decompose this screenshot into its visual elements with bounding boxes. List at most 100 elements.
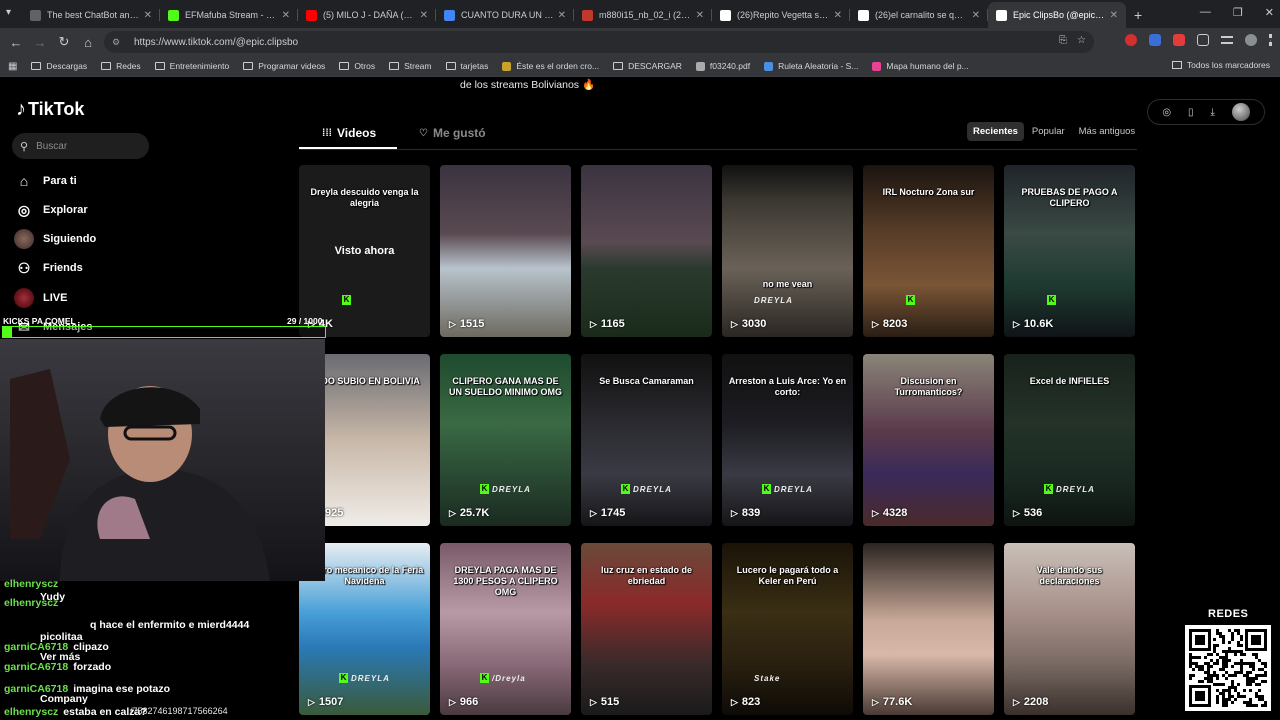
sidebar-item-siguiendo[interactable]: ● Siguiendo (14, 229, 96, 249)
tab-close-icon[interactable]: ✕ (834, 10, 842, 21)
extensions-puzzle-icon[interactable] (1197, 34, 1209, 46)
watermark-text: DREYLA (774, 485, 813, 494)
sort-oldest[interactable]: Más antiguos (1073, 122, 1142, 141)
bookmark-item[interactable]: Descargas (31, 61, 87, 71)
video-card[interactable]: ▷ 1165 (581, 165, 712, 337)
video-card[interactable]: Excel de INFIELES K DREYLA ▷ 536 (1004, 354, 1135, 526)
video-card[interactable]: ▷ 77.6K (863, 543, 994, 715)
user-avatar[interactable] (1231, 103, 1250, 121)
tab-favicon-icon (30, 9, 41, 21)
bookmark-item[interactable]: tarjetas (445, 61, 488, 71)
coin-icon[interactable]: ◎ (1162, 107, 1171, 118)
translate-extension-icon[interactable] (1149, 34, 1161, 46)
search-input[interactable]: ⚲ Buscar (12, 133, 149, 159)
tab-close-icon[interactable]: ✕ (144, 10, 152, 21)
tab-item[interactable]: (26)Repito Vegetta se va ✕ (712, 2, 850, 28)
bookmark-item[interactable]: Redes (101, 61, 141, 71)
profile-avatar-icon[interactable] (1245, 34, 1257, 46)
tab-item[interactable]: EFMafuba Stream - Watch ✕ (160, 2, 298, 28)
sidebar-item-friends[interactable]: ⚇ Friends (14, 258, 83, 278)
home-button[interactable]: ⌂ (76, 35, 100, 50)
video-card[interactable]: Se Busca Camaraman K DREYLA ▷ 1745 (581, 354, 712, 526)
tab-close-icon[interactable]: ✕ (420, 10, 428, 21)
tab-title: CUANTO DURA UN FOUR (461, 10, 554, 20)
bookmark-item[interactable]: Entretenimiento (154, 61, 229, 71)
bookmark-item[interactable]: Programar videos (243, 61, 325, 71)
tab-close-icon[interactable]: ✕ (972, 10, 980, 21)
chat-message: elhenryscz estaba en calza? (4, 706, 147, 718)
tab-close-icon[interactable]: ✕ (1110, 10, 1118, 21)
minimize-button[interactable]: — (1200, 6, 1211, 19)
sidebar-item-explorar[interactable]: ◎ Explorar (14, 200, 88, 220)
video-card[interactable]: Lucero le pagará todo a Keler en Perú Sta… (722, 543, 853, 715)
tab-item[interactable]: The best ChatBot and Wi ✕ (22, 2, 160, 28)
sort-popular[interactable]: Popular (1026, 122, 1071, 141)
bookmark-star-icon[interactable]: ☆ (1077, 35, 1086, 46)
video-card[interactable]: ▷ 1515 (440, 165, 571, 337)
reload-button[interactable]: ↻ (52, 34, 76, 50)
watermark-text: DREYLA (492, 485, 531, 494)
all-bookmarks-button[interactable]: Todos los marcadores (1171, 60, 1270, 70)
bookmark-item[interactable]: DESCARGAR (613, 61, 682, 71)
device-icon[interactable]: ▯ (1188, 107, 1194, 118)
goal-progress-fill (3, 327, 13, 337)
view-count-value: 536 (1023, 507, 1043, 519)
video-card[interactable]: PRUEBAS DE PAGO A CLIPERO K ▷ 10.6K (1004, 165, 1135, 337)
video-card[interactable]: Dreyla descuido venga la alegria Visto ah… (299, 165, 430, 337)
tab-item[interactable]: (5) MILO J - DAÑA (ELVIR ✕ (298, 2, 436, 28)
bookmark-item[interactable]: Ruleta Aleatoria - S... (764, 61, 858, 71)
bookmark-item[interactable]: Éste es el orden cro... (502, 61, 599, 71)
tab-search-icon[interactable]: ▾ (6, 7, 11, 18)
browser-toolbar: ← → ↻ ⌂ ⚙ https://www.tiktok.com/@epic.c… (0, 28, 1280, 56)
video-caption: no me vean (762, 279, 813, 289)
live-icon: ● (14, 288, 34, 308)
tab-item[interactable]: CUANTO DURA UN FOUR ✕ (436, 2, 574, 28)
folder-icon (101, 62, 112, 70)
bookmark-item[interactable]: Otros (339, 61, 375, 71)
video-card[interactable]: CLIPERO GANA MAS DE UN SUELDO MINIMO OMG… (440, 354, 571, 526)
tab-item[interactable]: (26)el carnalito se quemó ✕ (850, 2, 988, 28)
address-bar[interactable]: ⚙ https://www.tiktok.com/@epic.clipsbo ⎘… (104, 31, 1094, 53)
tab-close-icon[interactable]: ✕ (282, 10, 290, 21)
new-tab-button[interactable]: + (1134, 7, 1142, 23)
install-app-icon[interactable]: ⎘ (1059, 35, 1067, 46)
back-button[interactable]: ← (4, 35, 28, 50)
download-icon[interactable]: ⤓ (1210, 107, 1214, 118)
video-caption: Dreyla descuido venga la alegria (310, 187, 419, 208)
view-count-value: 2208 (1023, 696, 1049, 708)
video-card[interactable]: luz cruz en estado de ebriedad ▷ 515 (581, 543, 712, 715)
tab-liked[interactable]: ♡ Me gustó (419, 126, 486, 140)
extension-icon[interactable] (1125, 34, 1137, 46)
tiktok-logo[interactable]: ♪ TikTok (16, 98, 84, 121)
extension-icon[interactable] (1173, 34, 1185, 46)
sort-recent[interactable]: Recientes (967, 121, 1024, 141)
video-card[interactable]: DREYLA PAGA MAS DE 1300 PESOS A CLIPERO … (440, 543, 571, 715)
goal-count: 29 / 1000 (287, 316, 323, 326)
video-card[interactable]: IRL Nocturo Zona sur K ▷ 8203 (863, 165, 994, 337)
video-card[interactable]: no me vean DREYLA ▷ 3030 (722, 165, 853, 337)
forward-button[interactable]: → (28, 35, 52, 50)
play-icon: ▷ (872, 318, 879, 329)
video-caption: Lucero le pagará todo a Keler en Perú (736, 565, 839, 586)
tab-title: EFMafuba Stream - Watch (185, 10, 278, 20)
view-count-value: 839 (741, 507, 761, 519)
bookmark-item[interactable]: f03240.pdf (695, 61, 750, 71)
apps-grid-icon[interactable]: ▦ (8, 61, 17, 72)
site-info-icon[interactable]: ⚙ (112, 37, 124, 48)
tab-close-icon[interactable]: ✕ (558, 10, 566, 21)
video-card[interactable]: Discusion en Turromanticos? ▷ 4328 (863, 354, 994, 526)
bookmark-item[interactable]: Mapa humano del p... (872, 61, 969, 71)
sidebar-item-live[interactable]: ● LIVE (14, 288, 67, 308)
bookmark-item[interactable]: Stream (389, 61, 432, 71)
sidebar-item-para-ti[interactable]: ⌂ Para ti (14, 171, 77, 191)
media-control-icon[interactable] (1221, 36, 1233, 44)
tab-active[interactable]: Epic ClipsBo (@epic.clips ✕ (988, 2, 1126, 28)
browser-menu-icon[interactable] (1269, 34, 1272, 46)
tab-videos[interactable]: ⁞⁞⁞ Videos (322, 126, 376, 140)
tab-close-icon[interactable]: ✕ (696, 10, 704, 21)
close-window-button[interactable]: ✕ (1265, 6, 1274, 19)
tab-item[interactable]: m880i15_nb_02_i (2400× ✕ (574, 2, 712, 28)
video-card[interactable]: Vale dando sus declaraciones ▷ 2208 (1004, 543, 1135, 715)
video-card[interactable]: Arreston a Luis Arce: Yo en corto: K DREYL… (722, 354, 853, 526)
restore-button[interactable]: ❐ (1233, 6, 1243, 19)
